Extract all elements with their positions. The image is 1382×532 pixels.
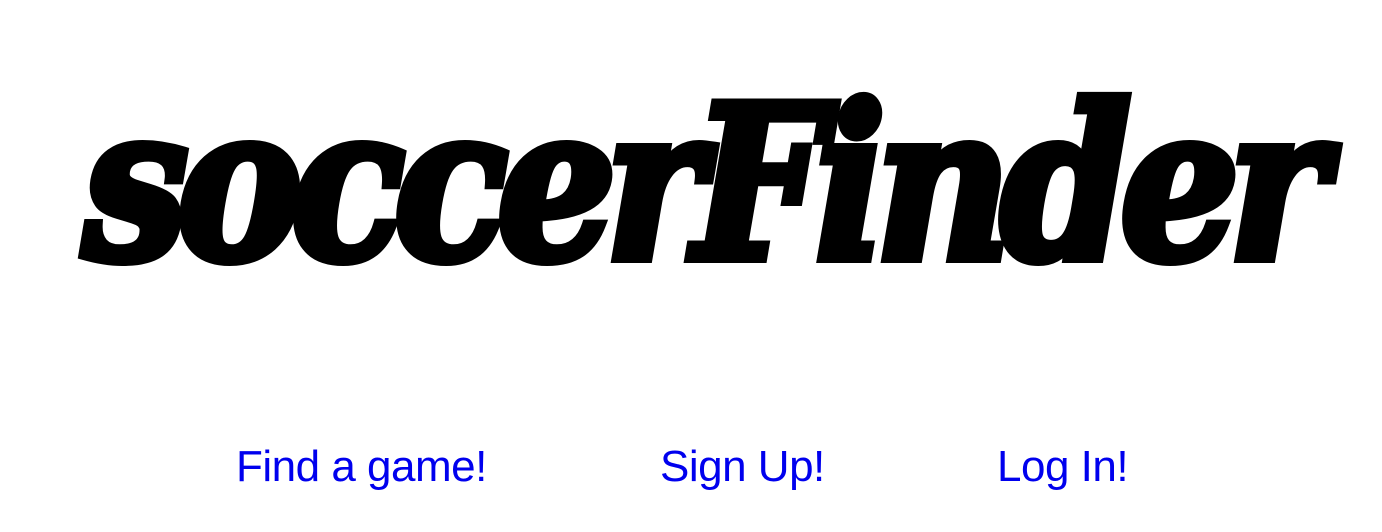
site-logo: soccerFinder (79, 59, 1332, 308)
main-nav: Find a game! Sign Up! Log In! (0, 440, 1382, 500)
sign-up-link[interactable]: Sign Up! (660, 440, 825, 494)
log-in-link[interactable]: Log In! (997, 440, 1129, 494)
find-a-game-link[interactable]: Find a game! (236, 440, 487, 494)
